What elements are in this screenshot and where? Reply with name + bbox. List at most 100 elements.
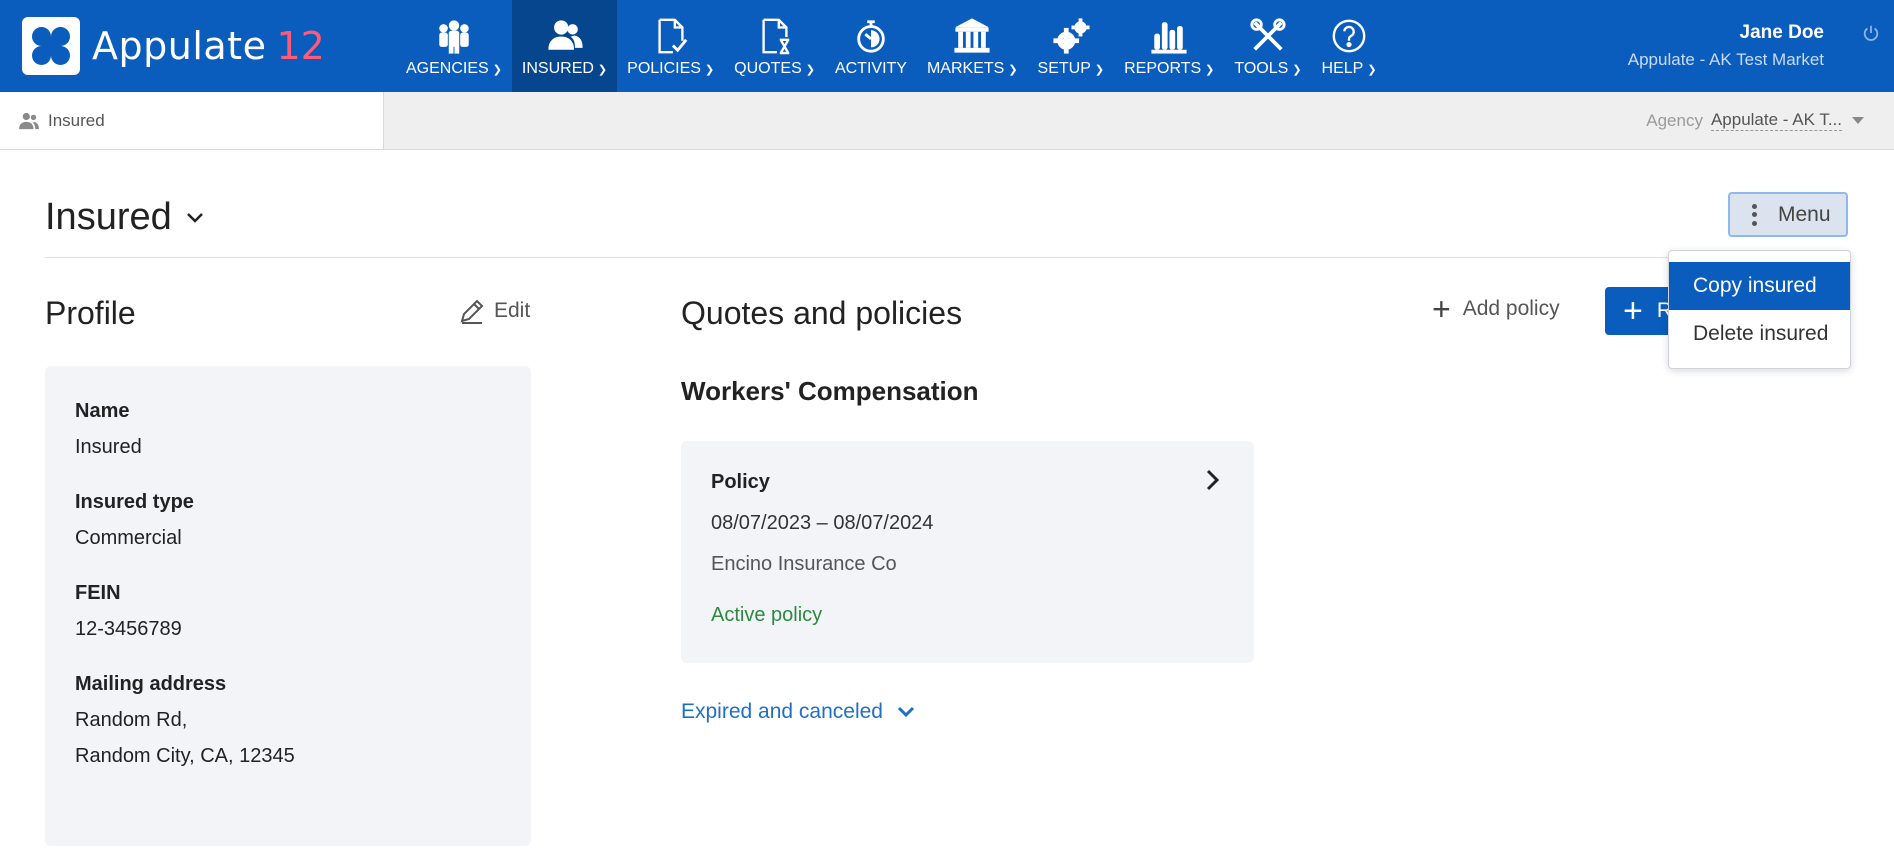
user-name: Jane Doe — [1739, 22, 1824, 43]
menu-button[interactable]: Menu — [1728, 192, 1848, 237]
chevron-down-icon: ❯ — [1094, 64, 1105, 76]
profile-field-fein: FEIN 12-3456789 — [75, 582, 501, 647]
gears-icon — [1051, 16, 1091, 56]
address-line-2: Random City, CA, 12345 — [75, 745, 295, 767]
expired-canceled-toggle[interactable]: Expired and canceled — [681, 700, 915, 724]
nav-label-activity: ACTIVITY — [834, 60, 907, 77]
profile-field-name: Name Insured — [75, 400, 501, 465]
profile-field-mailing-address: Mailing address Random Rd, Random City, … — [75, 673, 501, 774]
policy-status: Active policy — [711, 604, 823, 626]
tools-icon — [1248, 16, 1288, 56]
breadcrumb-label: Insured — [48, 110, 105, 130]
quotes-policies-heading: Quotes and policies — [681, 295, 963, 331]
field-label: Mailing address — [75, 673, 227, 695]
chevron-down-icon: ❯ — [1205, 64, 1215, 76]
chevron-down-icon: ❯ — [597, 64, 608, 76]
nav-label-policies: POLICIES — [627, 60, 701, 77]
menu-dropdown: Copy insured Delete insured — [1668, 250, 1851, 369]
stopwatch-icon — [851, 16, 891, 56]
field-label: Insured type — [75, 491, 194, 513]
field-label: Name — [75, 400, 130, 422]
field-label: FEIN — [75, 582, 121, 604]
agency-value[interactable]: Appulate - AK T... — [1710, 110, 1842, 131]
nav-item-setup[interactable]: SETUP ❯ — [1028, 0, 1115, 92]
chevron-down-icon[interactable] — [186, 212, 204, 224]
nav-label-agencies: AGENCIES — [406, 60, 489, 77]
edit-label: Edit — [494, 299, 531, 322]
pencil-icon — [460, 299, 484, 324]
chevron-down-icon — [897, 706, 915, 718]
chevron-down-icon: ❯ — [1292, 64, 1302, 76]
policy-card[interactable]: Policy 08/07/2023 – 08/07/2024 Encino In… — [681, 441, 1254, 663]
chevron-down-icon: ❯ — [805, 64, 815, 76]
nav-label-setup: SETUP — [1037, 60, 1091, 77]
profile-field-insured-type: Insured type Commercial — [75, 491, 501, 556]
caret-down-icon[interactable] — [1852, 117, 1864, 124]
nav-label-markets: MARKETS — [926, 60, 1005, 77]
nav-item-markets[interactable]: MARKETS ❯ — [917, 0, 1028, 92]
nav-item-activity[interactable]: ACTIVITY — [825, 0, 917, 92]
field-value: Commercial — [75, 527, 182, 549]
menu-item-delete-insured[interactable]: Delete insured — [1669, 310, 1850, 358]
policy-card-title: Policy — [711, 471, 770, 493]
profile-card: Name Insured Insured type Commercial FEI… — [45, 366, 531, 846]
app-logo[interactable]: Appulate 12 — [22, 17, 325, 75]
nav-label-tools: TOOLS — [1234, 60, 1289, 77]
help-circle-icon — [1329, 16, 1369, 56]
main-nav: AGENCIES ❯ INSURED ❯ POLICIES ❯ QUOTES ❯ ACT… — [396, 0, 1387, 92]
add-policy-button[interactable]: + Add policy — [1432, 291, 1560, 327]
document-check-icon — [651, 16, 691, 56]
line-of-business-heading: Workers' Compensation — [681, 376, 979, 406]
chevron-down-icon: ❯ — [1367, 64, 1377, 76]
page-title[interactable]: Insured — [45, 196, 204, 239]
add-policy-label: Add policy — [1462, 297, 1560, 320]
profile-heading: Profile — [45, 295, 136, 331]
nav-item-insured[interactable]: INSURED ❯ — [511, 0, 618, 92]
nav-label-help: HELP — [1321, 60, 1364, 77]
agency-selector[interactable]: Agency Appulate - AK T... — [1646, 110, 1864, 131]
field-value: 12-3456789 — [75, 618, 182, 640]
nav-item-policies[interactable]: POLICIES ❯ — [617, 0, 724, 92]
nav-item-quotes[interactable]: QUOTES ❯ — [724, 0, 825, 92]
nav-item-agencies[interactable]: AGENCIES ❯ — [396, 0, 512, 92]
chevron-down-icon: ❯ — [704, 64, 715, 76]
agency-label: Agency — [1646, 110, 1703, 130]
field-value: Random Rd, Random City, CA, 12345 — [75, 702, 501, 774]
chevron-down-icon: ❯ — [492, 64, 502, 76]
app-name: Appulate — [92, 24, 267, 68]
menu-item-copy-insured[interactable]: Copy insured — [1669, 262, 1850, 310]
bar-chart-icon — [1149, 16, 1189, 56]
policy-carrier: Encino Insurance Co — [711, 553, 897, 575]
field-value: Insured — [75, 436, 142, 458]
chevron-down-icon: ❯ — [1008, 64, 1018, 76]
policy-dates: 08/07/2023 – 08/07/2024 — [711, 512, 934, 534]
user-info[interactable]: Jane Doe Appulate - AK Test Market — [1628, 22, 1824, 70]
bank-icon — [952, 16, 992, 56]
page-title-text: Insured — [45, 196, 172, 238]
divider — [45, 257, 1851, 258]
menu-button-label: Menu — [1778, 202, 1831, 226]
kebab-icon — [1752, 203, 1758, 226]
nav-label-insured: INSURED — [521, 60, 594, 77]
people-group-icon — [434, 16, 474, 56]
edit-profile-button[interactable]: Edit — [458, 297, 530, 325]
nav-item-tools[interactable]: TOOLS ❯ — [1224, 0, 1311, 92]
nav-item-help[interactable]: HELP ❯ — [1312, 0, 1387, 92]
breadcrumb: Insured — [0, 92, 384, 149]
plus-icon: + — [1432, 291, 1451, 327]
address-line-1: Random Rd, — [75, 709, 188, 731]
top-nav-bar: Appulate 12 AGENCIES ❯ INSURED ❯ POLICIES ❯ — [0, 0, 1894, 92]
plus-icon: + — [1623, 292, 1643, 330]
document-hourglass-icon — [755, 16, 795, 56]
users-icon — [19, 112, 39, 129]
users-icon — [545, 16, 585, 56]
user-organization: Appulate - AK Test Market — [1627, 50, 1824, 69]
power-icon[interactable] — [1862, 24, 1880, 42]
clover-logo-icon — [22, 17, 80, 75]
sub-header: Insured Agency Appulate - AK T... — [0, 92, 1894, 150]
expired-canceled-label: Expired and canceled — [681, 700, 883, 723]
chevron-right-icon — [1206, 469, 1220, 491]
nav-label-quotes: QUOTES — [734, 60, 802, 77]
app-version: 12 — [276, 24, 325, 68]
nav-item-reports[interactable]: REPORTS ❯ — [1114, 0, 1224, 92]
